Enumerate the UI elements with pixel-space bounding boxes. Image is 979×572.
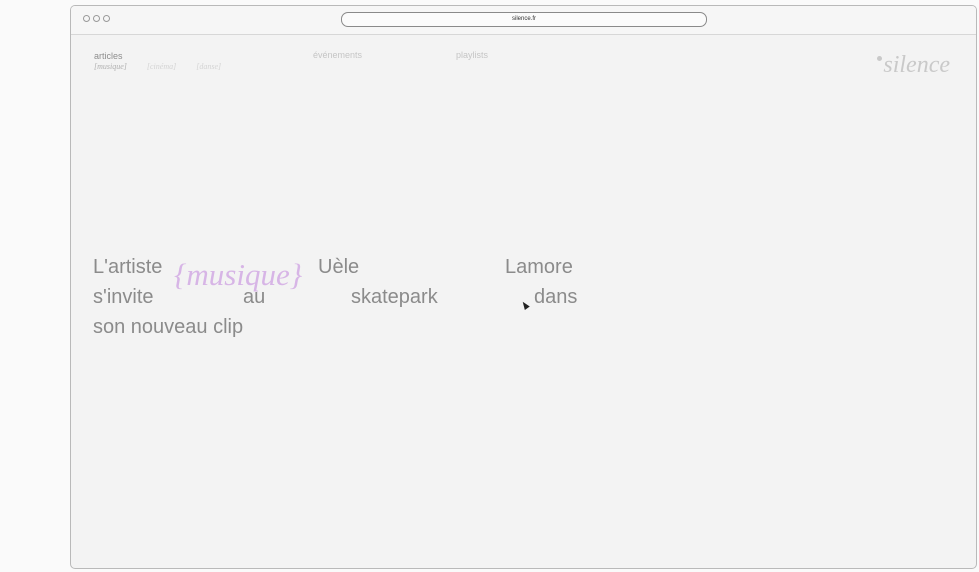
headline-word-3[interactable]: Lamore xyxy=(505,257,573,277)
subnav-cinema[interactable]: [cinéma] xyxy=(147,62,176,71)
logo-text: silence xyxy=(883,52,950,78)
close-dot-icon[interactable] xyxy=(83,15,90,22)
browser-titlebar: silence.fr xyxy=(71,6,976,35)
headline-word-8[interactable]: son nouveau clip xyxy=(93,317,243,337)
logo-dot-icon xyxy=(877,56,883,61)
subnav-danse[interactable]: [danse] xyxy=(196,62,221,71)
headline-word-1[interactable]: L'artiste xyxy=(93,257,162,277)
browser-window: silence.fr articles événements playlists… xyxy=(70,5,977,569)
nav-playlists[interactable]: playlists xyxy=(456,50,488,60)
headline-word-2[interactable]: Uèle xyxy=(318,257,359,277)
nav-events[interactable]: événements xyxy=(313,50,362,60)
headline-word-4[interactable]: s'invite xyxy=(93,287,154,307)
site-logo[interactable]: silence xyxy=(877,52,950,79)
mouse-pointer-icon xyxy=(520,300,530,310)
maximize-dot-icon[interactable] xyxy=(103,15,110,22)
headline-word-6[interactable]: skatepark xyxy=(351,287,438,307)
category-overlay: {musique} xyxy=(174,257,303,292)
url-bar[interactable]: silence.fr xyxy=(341,12,707,27)
minimize-dot-icon[interactable] xyxy=(93,15,100,22)
category-subnav: [musique] [cinéma] [danse] xyxy=(94,62,239,71)
nav-articles[interactable]: articles xyxy=(94,51,123,61)
window-controls xyxy=(83,15,110,22)
headline-word-5[interactable]: au xyxy=(243,287,265,307)
headline-word-7[interactable]: dans xyxy=(534,287,577,307)
subnav-musique[interactable]: [musique] xyxy=(94,62,127,71)
